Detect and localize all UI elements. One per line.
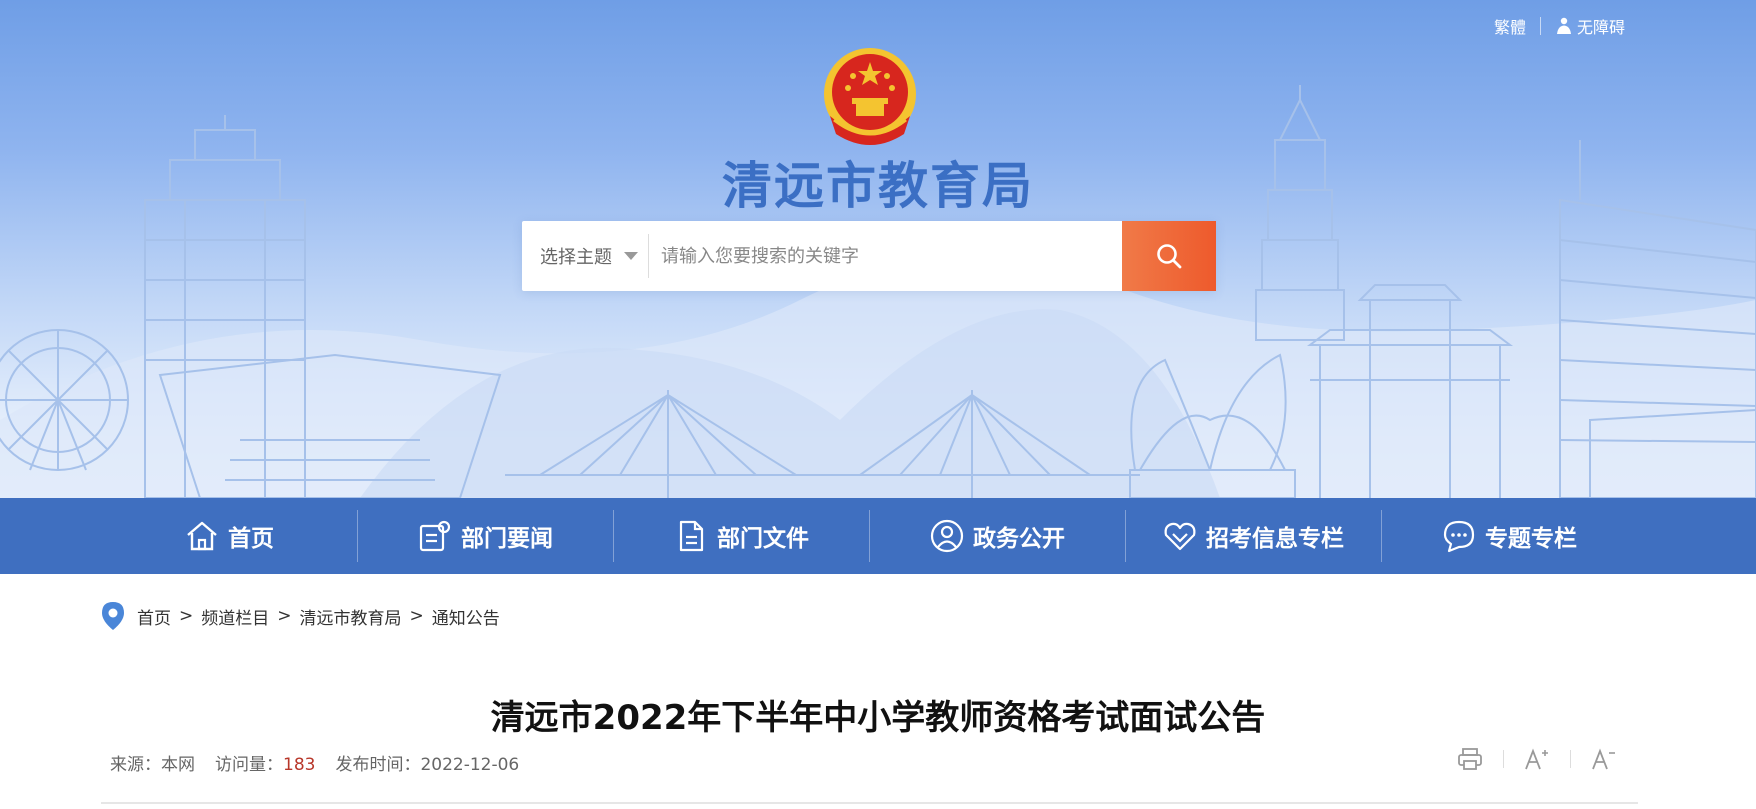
nav-item-home[interactable]: 首页 [101,498,357,574]
views-label: 访问量： [215,755,283,775]
nav-item-label: 招考信息专栏 [1206,526,1344,552]
accessibility-label: 无障碍 [1576,18,1625,37]
accessibility-person-icon [1556,17,1571,34]
accessibility-link[interactable]: 无障碍 [1555,14,1625,38]
date-value: 2022-12-06 [420,755,520,775]
site-title: 清远市教育局 [722,157,1034,215]
news-icon [419,520,451,552]
heart-diamond-icon [1164,522,1196,551]
breadcrumb-home[interactable]: 首页 [137,604,171,629]
main-nav: 首页 部门要闻 部门文件 政务公开 招考信息专栏 专题专栏 [0,498,1756,574]
breadcrumb-bureau[interactable]: 清远市教育局 [300,604,402,629]
date-label: 发布时间： [335,755,421,775]
traditional-chinese-link[interactable]: 繁體 [1494,14,1526,38]
chevron-down-icon [624,252,638,260]
source-value: 本网 [161,755,195,775]
breadcrumb-separator: > [277,606,292,626]
breadcrumb-notices[interactable]: 通知公告 [432,604,500,629]
location-pin-icon [102,602,124,630]
nav-item-recruitment-exam[interactable]: 招考信息专栏 [1125,498,1381,574]
search-bar: 选择主题 [522,221,1216,291]
font-decrease-icon [1592,748,1615,770]
nav-item-special-topics[interactable]: 专题专栏 [1381,498,1637,574]
font-increase-button[interactable] [1524,747,1550,771]
print-button[interactable] [1457,747,1483,771]
nav-item-department-news[interactable]: 部门要闻 [357,498,613,574]
article-source: 来源：本网 [110,750,195,775]
font-decrease-button[interactable] [1591,747,1617,771]
topic-select-label: 选择主题 [540,247,612,268]
tools-divider [1503,750,1504,768]
chat-bubble-icon [1443,520,1475,553]
national-emblem-logo [824,48,916,145]
article-views: 访问量：183 [215,750,315,775]
article-date: 发布时间：2022-12-06 [335,750,519,775]
search-input[interactable] [649,221,1122,291]
breadcrumb: 首页 > 频道栏目 > 清远市教育局 > 通知公告 [101,596,500,636]
printer-icon [1458,748,1482,770]
search-button[interactable] [1122,221,1216,291]
breadcrumb-separator: > [409,606,424,626]
source-label: 来源： [110,755,161,775]
article-meta: 来源：本网 访问量：183 发布时间：2022-12-06 [110,750,539,775]
breadcrumb-separator: > [179,606,194,626]
nav-item-label: 部门要闻 [461,526,553,552]
search-icon [1157,244,1182,269]
nav-item-label: 政务公开 [973,526,1065,552]
font-increase-icon [1525,748,1548,770]
article-tools [1437,747,1617,771]
tools-divider [1570,750,1571,768]
article-title: 清远市2022年下半年中小学教师资格考试面试公告 [490,698,1266,738]
nav-item-government-affairs[interactable]: 政务公开 [869,498,1125,574]
nav-item-label: 专题专栏 [1485,526,1577,552]
views-count: 183 [283,755,316,775]
topic-select[interactable]: 选择主题 [522,243,648,269]
header-banner: 繁體 无障碍 清远市教育局 选择主题 [0,0,1756,498]
nav-item-label: 首页 [228,526,274,552]
home-icon [187,521,217,551]
article-divider [101,802,1638,804]
nav-item-label: 部门文件 [717,526,809,552]
nav-item-department-documents[interactable]: 部门文件 [613,498,869,574]
top-links-divider [1539,17,1541,35]
document-icon [679,520,704,552]
breadcrumb-channel[interactable]: 频道栏目 [201,604,269,629]
user-circle-icon [930,519,964,553]
top-links: 繁體 无障碍 [1494,14,1625,38]
